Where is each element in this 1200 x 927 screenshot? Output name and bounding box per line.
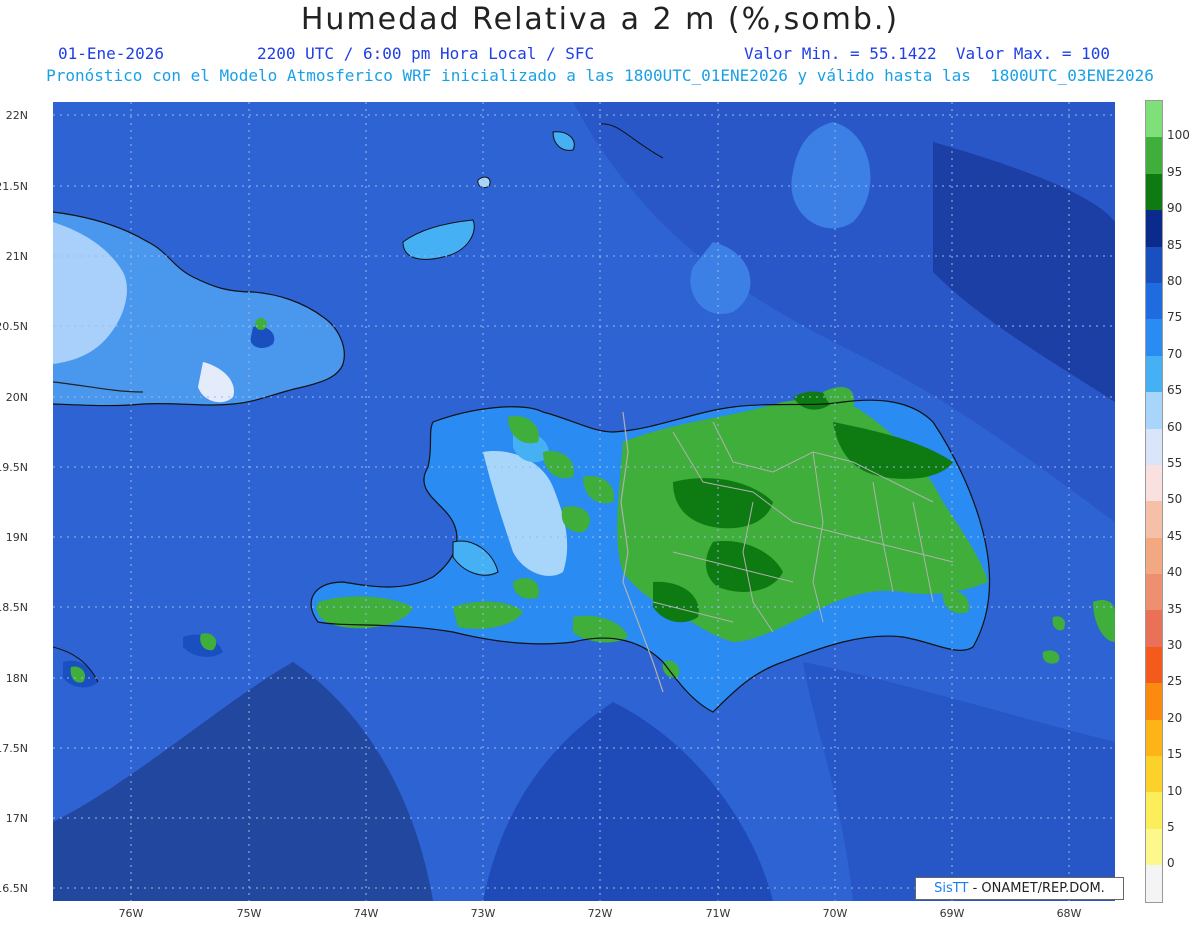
colorbar [1145, 100, 1163, 903]
credit-brand: SisTT [934, 881, 969, 896]
lat-label: 20N [5, 391, 28, 404]
colorbar-cell [1146, 210, 1162, 247]
colorbar-cell [1146, 355, 1162, 393]
lat-label: 16.5N [0, 882, 28, 895]
colorbar-label: 25 [1167, 674, 1183, 689]
date-label: 01-Ene-2026 [58, 44, 164, 63]
colorbar-label: 0 [1167, 856, 1175, 871]
colorbar-cell [1146, 501, 1162, 538]
colorbar-cell [1146, 246, 1162, 283]
colorbar-cell [1146, 865, 1162, 902]
colorbar-cell [1146, 828, 1162, 866]
colorbar-cell [1146, 719, 1162, 757]
colorbar-label: 55 [1167, 456, 1183, 470]
lat-label: 21N [5, 250, 28, 263]
lat-label: 18N [5, 672, 28, 685]
colorbar-label: 80 [1167, 274, 1183, 288]
lat-label: 19.5N [0, 461, 28, 474]
credit-box: SisTT - ONAMET/REP.DOM. [915, 877, 1124, 900]
colorbar-cell [1146, 610, 1162, 647]
colorbar-cell [1146, 683, 1162, 720]
colorbar-label: 100 [1167, 128, 1190, 143]
colorbar-cell [1146, 282, 1162, 320]
colorbar-label: 75 [1167, 310, 1183, 325]
colorbar-label: 20 [1167, 710, 1183, 725]
colorbar-cell [1146, 173, 1162, 211]
lon-label: 70W [822, 907, 848, 920]
colorbar-cell [1146, 792, 1162, 829]
lon-label: 74W [353, 907, 379, 920]
colorbar-label: 70 [1167, 346, 1183, 361]
lon-label: 73W [470, 907, 496, 920]
lat-label: 22N [5, 109, 28, 122]
colorbar-cell [1146, 756, 1162, 793]
colorbar-cell [1146, 319, 1162, 356]
credit-text: - ONAMET/REP.DOM. [968, 881, 1105, 896]
colorbar-cell [1146, 137, 1162, 174]
lat-label: 19N [5, 531, 28, 544]
colorbar-label: 85 [1167, 237, 1183, 252]
colorbar-label: 65 [1167, 383, 1183, 398]
subtitle: Pronóstico con el Modelo Atmosferico WRF… [46, 66, 1154, 85]
colorbar-cell [1146, 574, 1162, 611]
colorbar-label: 10 [1167, 783, 1183, 798]
min-max-label: Valor Min. = 55.1422 Valor Max. = 100 [744, 44, 1111, 63]
colorbar-label: 45 [1167, 528, 1183, 543]
lat-label: 17.5N [0, 742, 28, 755]
map-title: Humedad Relativa a 2 m (%,somb.) [300, 2, 900, 37]
colorbar-label: 40 [1167, 565, 1183, 580]
time-info-label: 2200 UTC / 6:00 pm Hora Local / SFC [257, 44, 595, 63]
colorbar-cell [1146, 646, 1162, 684]
colorbar-label: 95 [1167, 164, 1183, 179]
colorbar-label: 50 [1167, 492, 1183, 507]
colorbar-cell [1146, 101, 1162, 138]
colorbar-label: 5 [1167, 820, 1175, 834]
lat-label: 18.5N [0, 601, 28, 614]
colorbar-cell [1146, 464, 1162, 502]
colorbar-cell [1146, 537, 1162, 575]
humidity-field [53, 102, 1115, 901]
colorbar-label: 35 [1167, 601, 1183, 616]
colorbar-cell [1146, 392, 1162, 429]
lon-label: 75W [236, 907, 262, 920]
colorbar-label: 30 [1167, 638, 1183, 652]
colorbar-label: 60 [1167, 419, 1183, 434]
lon-label: 76W [118, 907, 144, 920]
lat-label: 20.5N [0, 320, 28, 333]
lon-label: 68W [1056, 907, 1082, 920]
lon-label: 69W [939, 907, 965, 920]
lon-label: 72W [587, 907, 613, 920]
colorbar-label: 15 [1167, 747, 1183, 762]
map-panel [53, 102, 1115, 901]
lat-label: 17N [5, 812, 28, 825]
lon-label: 71W [705, 907, 731, 920]
colorbar-label: 90 [1167, 201, 1183, 216]
lat-label: 21.5N [0, 180, 28, 193]
colorbar-cell [1146, 428, 1162, 465]
